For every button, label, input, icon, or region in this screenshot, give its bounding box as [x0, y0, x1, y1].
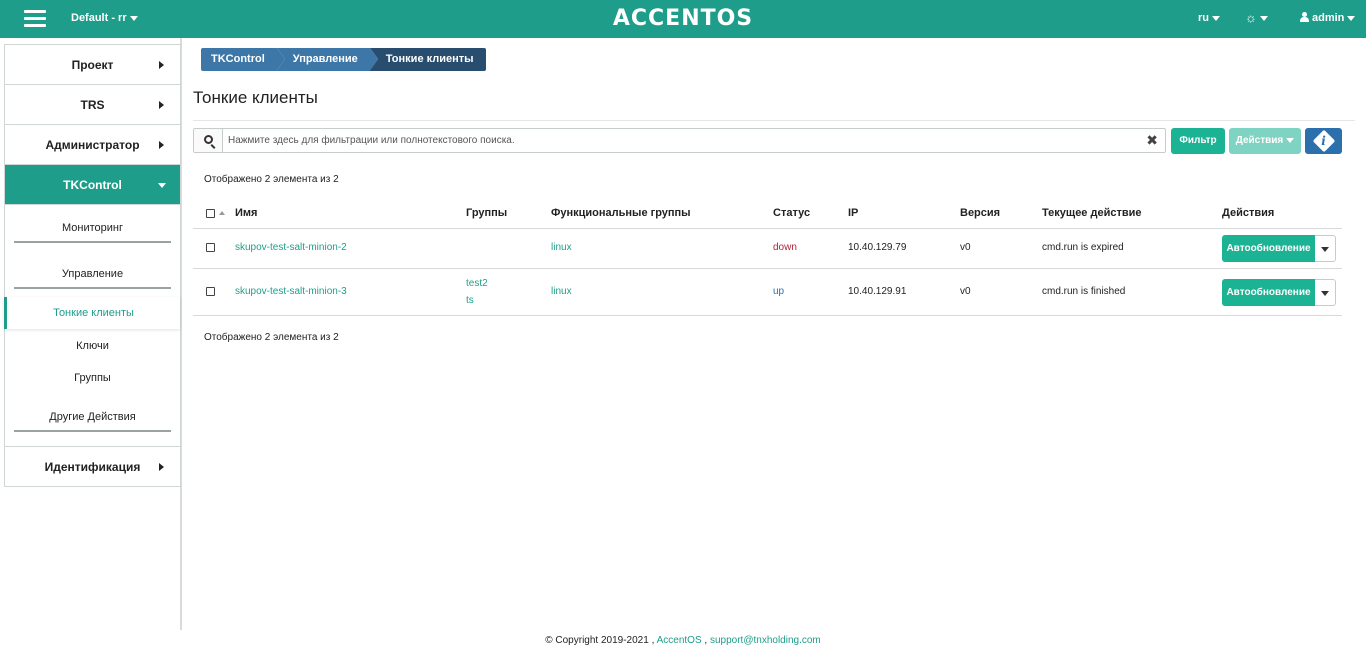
footer-accentos-link[interactable]: AccentOS	[657, 635, 702, 646]
version-value: v0	[960, 242, 971, 253]
version-value: v0	[960, 286, 971, 297]
current-action-value: cmd.run is finished	[1042, 286, 1126, 297]
func-group-link[interactable]: linux	[551, 286, 572, 297]
sidebar-item-project[interactable]: Проект	[5, 45, 180, 85]
sidebar-group-management[interactable]: Управление	[5, 251, 180, 297]
chevron-down-icon	[1321, 291, 1329, 296]
breadcrumb-item-thin-clients: Тонкие клиенты	[369, 48, 486, 71]
info-icon: i	[1321, 134, 1326, 148]
sun-icon: ☼	[1245, 10, 1257, 25]
actions-button-label: Действия	[1235, 135, 1284, 146]
ip-address: 10.40.129.91	[848, 286, 907, 297]
table-row: skupov-test-salt-minion-3 test2 ts linux…	[193, 270, 1342, 316]
sidebar-item-identity[interactable]: Идентификация	[5, 447, 180, 487]
auto-update-button[interactable]: Автообновление	[1222, 279, 1315, 306]
sidebar-item-label: Администратор	[45, 138, 140, 152]
group-link[interactable]: ts	[466, 293, 474, 309]
sidebar-item-admin[interactable]: Администратор	[5, 125, 180, 165]
brand-text: ACCENTOS	[612, 6, 754, 31]
title-divider	[193, 120, 1355, 121]
group-link[interactable]: test2	[466, 276, 488, 292]
user-name: admin	[1312, 12, 1345, 24]
sidebar-item-label: Проект	[71, 58, 114, 72]
chevron-down-icon	[1259, 16, 1268, 22]
row-actions-dropdown[interactable]	[1315, 235, 1336, 262]
search-input[interactable]	[228, 132, 1128, 149]
chevron-down-icon	[1347, 15, 1356, 21]
sidebar-item-groups[interactable]: Группы	[5, 362, 180, 394]
footer: © Copyright 2019-2021 , AccentOS , suppo…	[0, 635, 1366, 646]
status-badge: down	[773, 242, 797, 253]
chevron-down-icon	[1212, 15, 1220, 21]
client-name-link[interactable]: skupov-test-salt-minion-3	[235, 286, 347, 297]
top-navbar: Default - rr ACCENTOS ru ☼ admin	[0, 0, 1366, 38]
sidebar: Проект TRS Администратор TKControl Монит…	[4, 44, 181, 487]
column-header-name-label: Имя	[235, 207, 258, 219]
client-name-link[interactable]: skupov-test-salt-minion-2	[235, 242, 347, 253]
search-icon	[204, 135, 213, 144]
sidebar-group-other-actions[interactable]: Другие Действия	[5, 394, 180, 440]
chevron-right-icon	[159, 61, 164, 69]
page-title: Тонкие клиенты	[193, 88, 318, 107]
row-action-split-button: Автообновление	[1222, 279, 1336, 306]
search-icon-box	[194, 129, 223, 152]
column-header-ip[interactable]: IP	[848, 198, 858, 228]
row-action-split-button: Автообновление	[1222, 235, 1336, 262]
current-action-value: cmd.run is expired	[1042, 242, 1124, 253]
table-row: skupov-test-salt-minion-2 linux down 10.…	[193, 229, 1342, 269]
ip-address: 10.40.129.79	[848, 242, 907, 253]
row-checkbox[interactable]	[206, 243, 215, 252]
breadcrumb: TKControl Управление Тонкие клиенты	[201, 48, 486, 71]
filter-button[interactable]: Фильтр	[1171, 128, 1225, 154]
status-badge: up	[773, 286, 785, 297]
column-header-name[interactable]: Имя	[235, 198, 257, 228]
chevron-down-icon	[1321, 247, 1329, 252]
sidebar-item-thin-clients[interactable]: Тонкие клиенты	[4, 297, 180, 329]
footer-separator: ,	[704, 635, 708, 646]
language-label: ru	[1198, 12, 1209, 24]
sidebar-item-trs[interactable]: TRS	[5, 85, 180, 125]
row-actions-dropdown[interactable]	[1315, 279, 1336, 306]
sidebar-submenu-tkcontrol: Мониторинг Управление Тонкие клиенты Клю…	[4, 205, 180, 447]
column-header-func-groups[interactable]: Функциональные группы	[551, 198, 691, 228]
sidebar-item-tkcontrol[interactable]: TKControl	[5, 165, 180, 205]
sort-asc-icon[interactable]	[219, 211, 225, 215]
column-header-actions: Действия	[1222, 207, 1275, 219]
language-selector[interactable]: ru	[1198, 12, 1220, 24]
footer-copyright: © Copyright 2019-2021 ,	[545, 635, 655, 646]
column-header-groups[interactable]: Группы	[466, 198, 507, 228]
brand-logo: ACCENTOS	[0, 6, 1366, 31]
func-group-link[interactable]: linux	[551, 242, 572, 253]
chevron-down-icon	[1286, 137, 1295, 143]
user-menu[interactable]: admin	[1300, 12, 1356, 24]
chevron-right-icon	[159, 141, 164, 149]
sidebar-item-label: TRS	[80, 98, 105, 112]
footer-support-link[interactable]: support@tnxholding.com	[710, 635, 821, 646]
info-button[interactable]: i	[1305, 128, 1342, 154]
actions-button[interactable]: Действия	[1229, 128, 1301, 154]
chevron-right-icon	[159, 463, 164, 471]
breadcrumb-item-management[interactable]: Управление	[276, 48, 378, 71]
breadcrumb-item-tkcontrol[interactable]: TKControl	[201, 48, 285, 71]
sidebar-item-label: Идентификация	[44, 460, 141, 474]
sidebar-group-monitoring[interactable]: Мониторинг	[5, 205, 180, 251]
sidebar-item-label: TKControl	[63, 178, 122, 192]
items-count-top: Отображено 2 элемента из 2	[204, 174, 339, 185]
select-all-checkbox[interactable]	[206, 209, 215, 218]
column-header-current-action[interactable]: Текущее действие	[1042, 198, 1142, 228]
column-header-status[interactable]: Статус	[773, 198, 810, 228]
chevron-right-icon	[159, 101, 164, 109]
items-count-bottom: Отображено 2 элемента из 2	[204, 332, 339, 343]
search-bar: ✖	[193, 128, 1166, 153]
sidebar-item-keys[interactable]: Ключи	[5, 330, 180, 362]
auto-update-button[interactable]: Автообновление	[1222, 235, 1315, 262]
user-icon	[1300, 12, 1309, 22]
row-checkbox[interactable]	[206, 287, 215, 296]
column-header-version[interactable]: Версия	[960, 198, 1000, 228]
clear-icon[interactable]: ✖	[1146, 132, 1158, 149]
chevron-down-icon	[158, 183, 166, 188]
theme-selector[interactable]: ☼	[1245, 10, 1268, 25]
